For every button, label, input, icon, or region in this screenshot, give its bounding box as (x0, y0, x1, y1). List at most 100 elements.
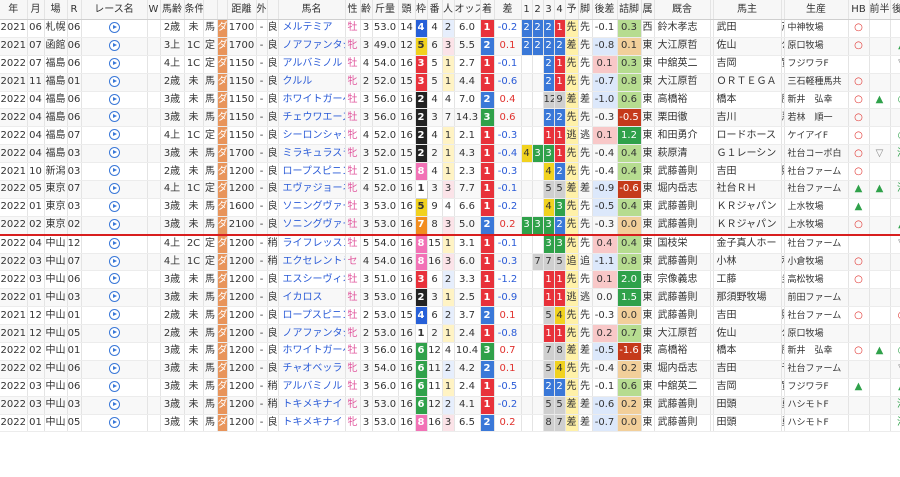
table-row[interactable]: 2021 11 福島 01 2歳未馬ダ 1150- 良クルル牝 2 52.0 15 3 5 1 4.4 1-… (0, 73, 900, 92)
table-row[interactable]: 2022 02 中山 06 3歳未馬ダ 1200- 良チャオベッラ牝 3 54.0 16 6 11 2 4… (0, 360, 900, 379)
play-icon[interactable] (108, 39, 120, 51)
column-header[interactable]: 着 (480, 0, 495, 20)
horse-name-link[interactable]: ソニングヴァース (278, 216, 346, 236)
play-icon[interactable] (108, 362, 120, 374)
column-header[interactable]: 外 (256, 0, 268, 20)
horse-name-link[interactable]: ライフレッスンズ (278, 234, 346, 254)
table-row[interactable]: 202201東京033歳未馬ダ1600-良ソニングヴァース牡353.016594… (0, 198, 900, 217)
table-row[interactable]: 202201中山053歳未馬ダ1200-良トキメキナイト牝353.0168163… (0, 414, 900, 433)
table-row[interactable]: 202204福島063歳未馬ダ1150-良チェウワエース牡356.0162371… (0, 108, 900, 128)
horse-name-link[interactable]: チェウワエース (278, 108, 346, 128)
play-icon[interactable] (108, 21, 120, 33)
play-icon[interactable] (108, 344, 120, 356)
column-header[interactable]: R (67, 0, 82, 20)
column-header[interactable]: HB (848, 0, 870, 20)
play-icon[interactable] (108, 200, 120, 212)
race-video-link[interactable] (81, 216, 148, 236)
column-header[interactable]: 性 (345, 0, 361, 20)
table-row[interactable]: 202110新潟032歳未馬ダ1200-良ロープスピニング牡251.015841… (0, 162, 900, 182)
horse-name-link[interactable]: ホワイトガーベラ (278, 342, 346, 361)
column-header[interactable]: 前半 (869, 0, 891, 20)
play-icon[interactable] (108, 237, 120, 249)
column-header[interactable]: 4 (554, 0, 566, 20)
column-header[interactable]: 馬名 (278, 0, 346, 20)
column-header[interactable] (267, 0, 279, 20)
column-header[interactable] (203, 0, 218, 20)
play-icon[interactable] (108, 398, 120, 410)
race-video-link[interactable] (81, 270, 148, 290)
race-video-link[interactable] (81, 234, 148, 254)
play-icon[interactable] (108, 255, 120, 267)
table-row[interactable]: 202204福島033歳未馬ダ1700-良ミラキュラスライト牝352.01522… (0, 144, 900, 164)
race-video-link[interactable] (81, 198, 148, 217)
horse-name-link[interactable]: ロープスピニング (278, 306, 346, 326)
table-row[interactable]: 202204中山124上2C定ダ1200-稍ライフレッスンズ牡554.01681… (0, 234, 900, 254)
race-video-link[interactable] (81, 253, 148, 272)
horse-name-link[interactable]: ソニングヴァース (278, 198, 346, 217)
column-header[interactable]: 予 (565, 0, 579, 20)
column-header[interactable]: 後半 (890, 0, 900, 20)
column-header[interactable]: W (147, 0, 161, 20)
column-header[interactable]: 齢 (360, 0, 373, 20)
horse-name-link[interactable]: チャオベッラ (278, 360, 346, 379)
horse-name-link[interactable]: シーロンシャン (278, 126, 346, 146)
horse-name-link[interactable]: ホワイトガーベラ (278, 91, 346, 110)
column-header[interactable]: 後差 (592, 0, 618, 20)
column-header[interactable]: 厩舎 (654, 0, 711, 20)
column-header[interactable]: 年 (0, 0, 28, 20)
horse-name-link[interactable]: ミラキュラスライト (278, 144, 346, 164)
horse-name-link[interactable]: ロープスピニング (278, 162, 346, 182)
table-row[interactable]: 202107函館063上1C定ダ1700-良ノアファンタジー牝349.01256… (0, 37, 900, 56)
table-row[interactable]: 202202東京023歳未馬ダ2100-良ソニングヴァース牡353.016783… (0, 216, 900, 236)
race-video-link[interactable] (81, 37, 148, 56)
table-row[interactable]: 202205東京074上1C定ダ1200-良エヴァジョーネ牝452.016133… (0, 180, 900, 199)
race-video-link[interactable] (81, 414, 148, 433)
table-row[interactable]: 202204福島063歳未馬ダ1150-良ホワイトガーベラ牡356.016244… (0, 91, 900, 110)
race-video-link[interactable] (81, 396, 148, 415)
race-video-link[interactable] (81, 378, 148, 397)
play-icon[interactable] (108, 75, 120, 87)
column-header[interactable]: 2 (532, 0, 544, 20)
table-row[interactable]: 2021 06 札幌 06 2歳未馬ダ 1700- 良メルテミア牡 3 53.0 14 4 4 2 6.0… (0, 19, 900, 38)
horse-name-link[interactable]: メルテミア (278, 19, 346, 38)
column-header[interactable]: オッズ (454, 0, 481, 20)
table-row[interactable]: 202204福島074上1C定ダ1150-良シーロンシャン牝452.016241… (0, 126, 900, 146)
column-header[interactable]: 頭 (398, 0, 416, 20)
column-header[interactable]: 斤量 (372, 0, 399, 20)
play-icon[interactable] (108, 129, 120, 141)
race-video-link[interactable] (81, 360, 148, 379)
play-icon[interactable] (108, 57, 120, 69)
column-header[interactable]: 場 (44, 0, 68, 20)
table-row[interactable]: 202203中山063歳未馬ダ1200-良エスシーヴィオラ牡351.016362… (0, 270, 900, 290)
table-row[interactable]: 202203中山074上1C定ダ1200-稍エクセレントランセ454.01681… (0, 253, 900, 272)
horse-name-link[interactable]: ノアファンタジー (278, 324, 346, 344)
column-header[interactable]: 人 (442, 0, 455, 20)
play-icon[interactable] (108, 291, 120, 303)
race-video-link[interactable] (81, 91, 148, 110)
race-video-link[interactable] (81, 144, 148, 164)
column-header[interactable]: 差 (494, 0, 522, 20)
play-icon[interactable] (108, 416, 120, 428)
column-header[interactable]: 馬齢 (160, 0, 185, 20)
table-row[interactable]: 202112中山012歳未馬ダ1200-良ロープスピニング牡253.015462… (0, 306, 900, 326)
race-video-link[interactable] (81, 306, 148, 326)
column-header[interactable]: 3 (543, 0, 555, 20)
play-icon[interactable] (108, 165, 120, 177)
race-video-link[interactable] (81, 180, 148, 199)
play-icon[interactable] (108, 327, 120, 339)
race-video-link[interactable] (81, 55, 148, 74)
horse-name-link[interactable]: トキメキナイト (278, 414, 346, 433)
column-header[interactable]: 属 (641, 0, 655, 20)
play-icon[interactable] (108, 273, 120, 285)
table-row[interactable]: 2022 03 中山 06 3歳未馬ダ 1200- 稍アルバミノル牡 3 56.0 16 6 11 1 2… (0, 378, 900, 397)
horse-name-link[interactable]: クルル (278, 73, 346, 92)
column-header[interactable]: 脚 (578, 0, 593, 20)
table-row[interactable]: 202203中山033歳未馬ダ1200-稍トキメキナイト牝353.0166122… (0, 396, 900, 415)
race-video-link[interactable] (81, 342, 148, 361)
play-icon[interactable] (108, 309, 120, 321)
column-header[interactable]: 月 (27, 0, 45, 20)
column-header[interactable]: レース名 (81, 0, 148, 20)
race-video-link[interactable] (81, 73, 148, 92)
race-video-link[interactable] (81, 126, 148, 146)
table-row[interactable]: 202202中山013歳未馬ダ1200-良ホワイトガーベラ牡356.016612… (0, 342, 900, 361)
